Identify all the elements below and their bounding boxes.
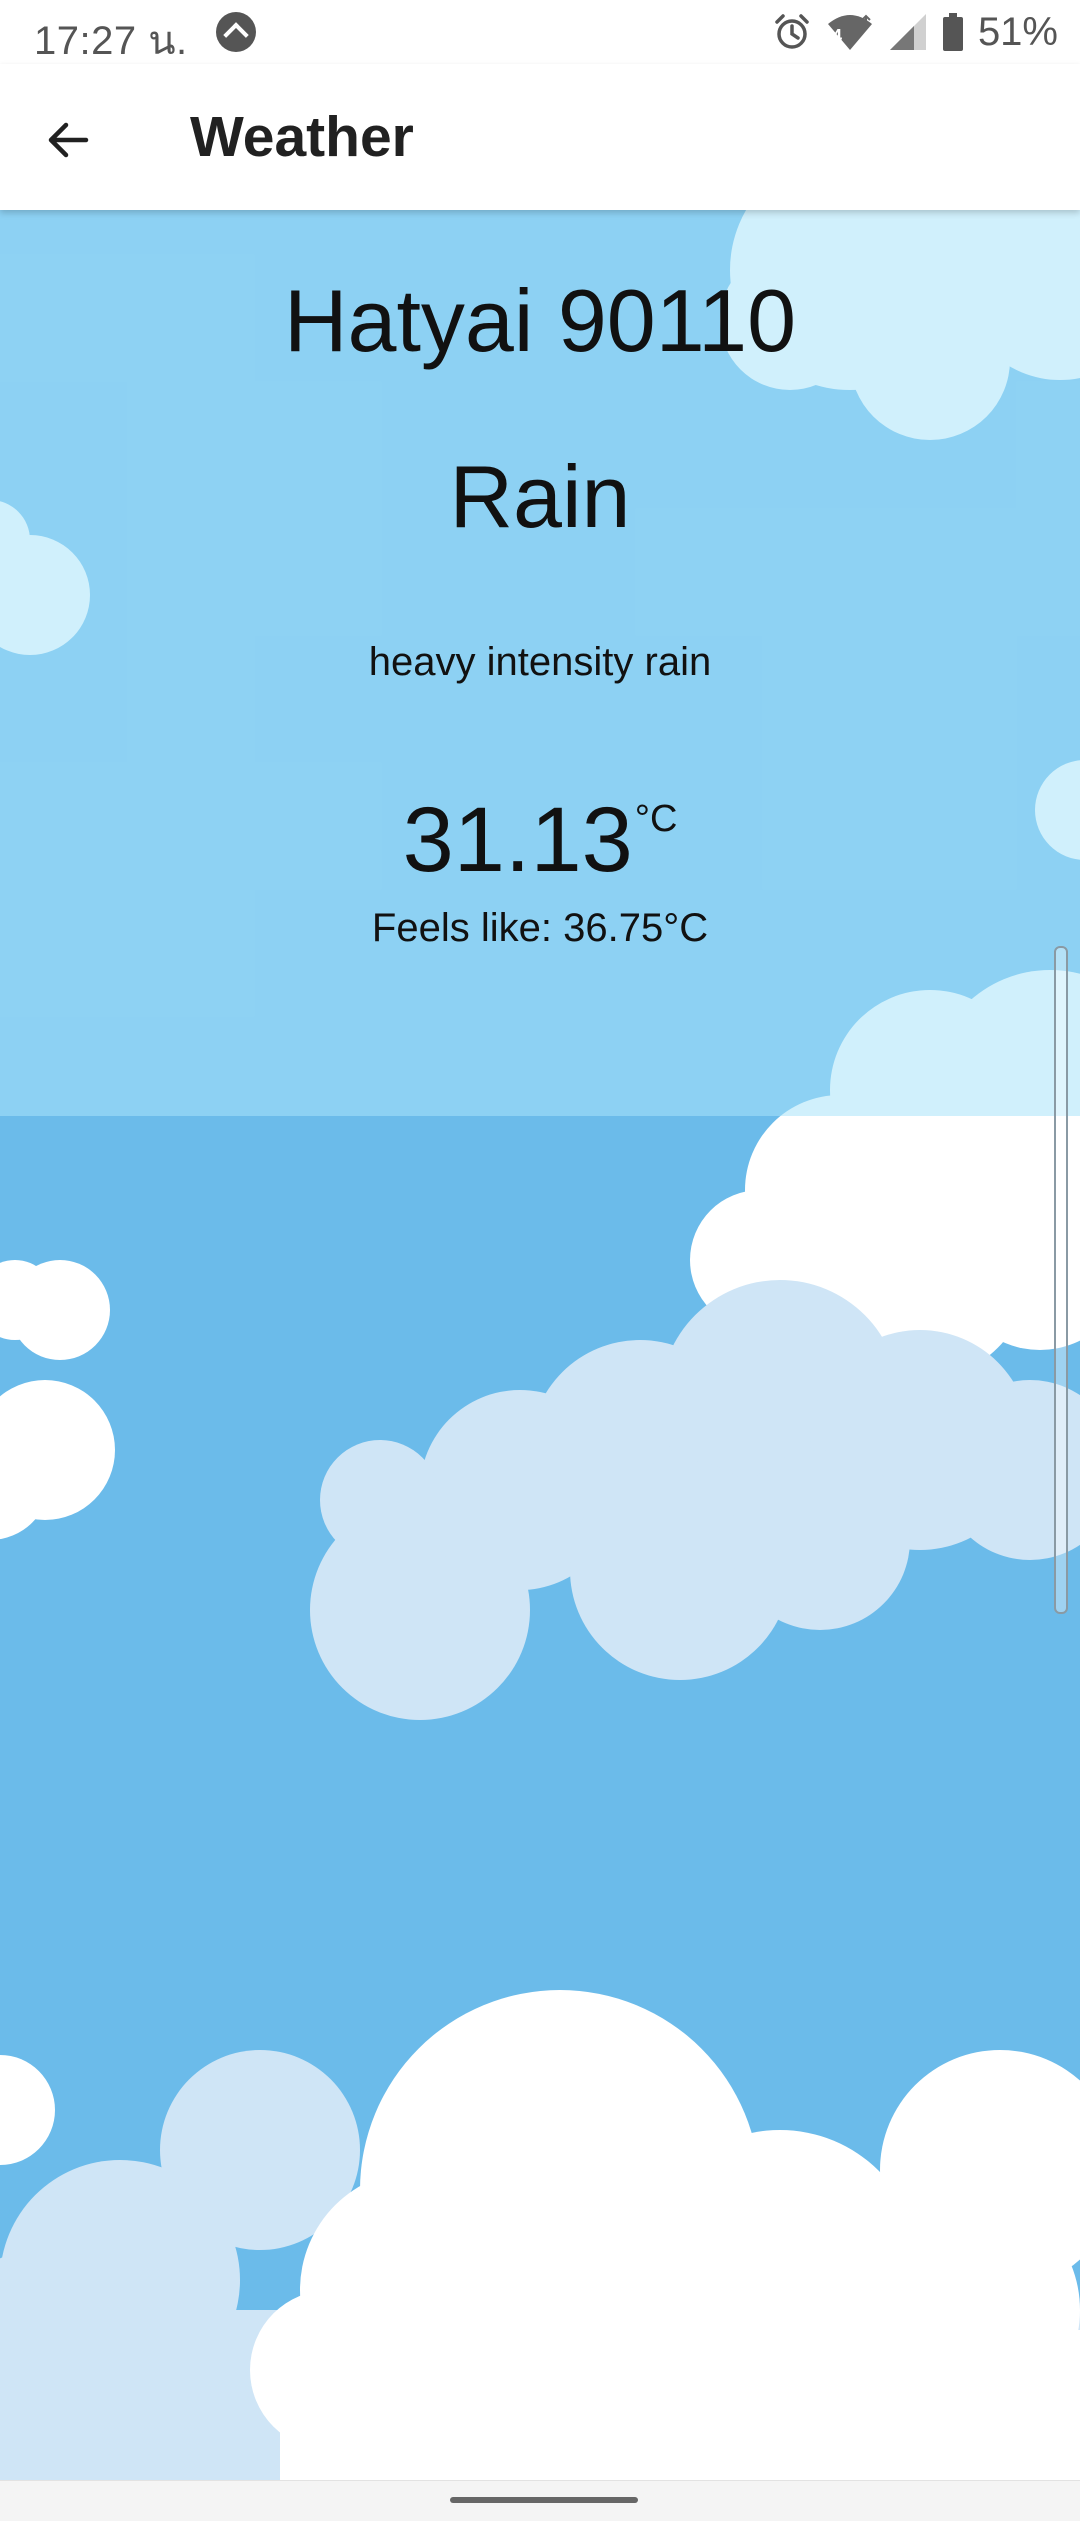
navigation-bar — [0, 2480, 1080, 2521]
notification-icon — [216, 12, 256, 52]
status-icons: 4 51% — [772, 8, 1058, 56]
scrollbar[interactable] — [1054, 946, 1068, 1614]
page-title: Weather — [190, 105, 414, 169]
alarm-icon — [772, 12, 812, 52]
temperature-value: 31.13 — [402, 789, 633, 891]
status-bar: 17:27 น. 4 51% — [0, 0, 1080, 64]
weather-description: heavy intensity rain — [368, 640, 712, 684]
temperature-unit: °C — [634, 798, 678, 840]
signal-icon — [888, 12, 928, 52]
location-name: Hatyai 90110 — [283, 271, 797, 370]
status-time: 17:27 น. — [34, 19, 188, 63]
wifi-icon: 4 — [826, 12, 874, 52]
network-type-label: 4 — [831, 26, 842, 46]
back-button[interactable] — [28, 102, 108, 182]
app-bar: Weather — [0, 64, 1080, 210]
battery-percent: 51% — [977, 9, 1058, 54]
home-indicator[interactable] — [450, 2497, 638, 2503]
weather-summary-card: Hatyai 90110 Rain heavy intensity rain 3… — [0, 210, 1080, 1116]
weather-condition: Rain — [449, 447, 631, 546]
feels-like: Feels like: 36.75°C — [371, 906, 709, 950]
weather-content: Hatyai 90110 Rain heavy intensity rain 3… — [0, 210, 1080, 2480]
temperature: 31.13°C — [0, 788, 1080, 893]
battery-icon — [942, 12, 964, 52]
back-arrow-icon — [44, 116, 92, 169]
